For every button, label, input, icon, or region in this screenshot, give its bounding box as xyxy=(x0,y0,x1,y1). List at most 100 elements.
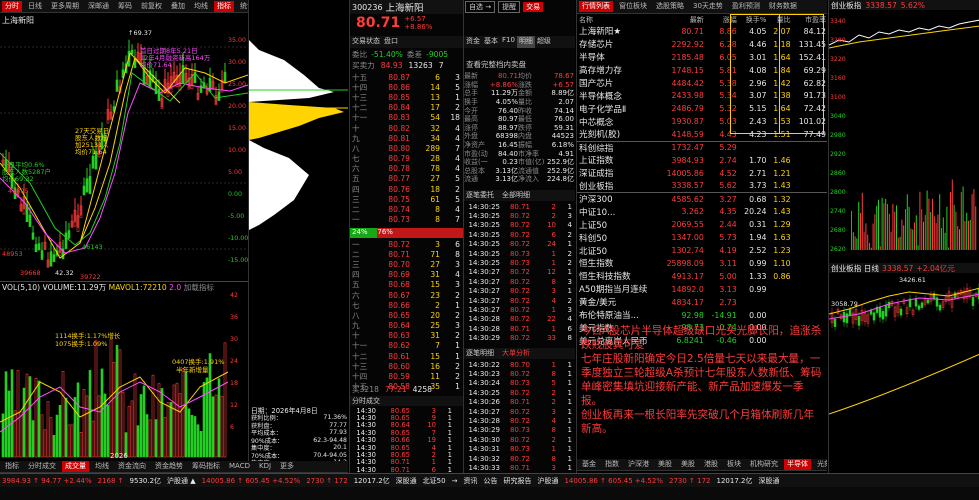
market-row[interactable]: 沪深300 4585.62 3.27 0.68 1.32 xyxy=(577,193,827,206)
market-row[interactable]: 高存增力存 1748.15 5.81 4.08 1.84 69.29 xyxy=(577,64,827,77)
asks-row[interactable]: 六 80.78 78 4 xyxy=(350,164,463,174)
asks-row[interactable]: 五 80.77 27 5 xyxy=(350,174,463,184)
asks-row[interactable]: 七 80.79 28 4 xyxy=(350,154,463,164)
tab-super[interactable]: 超级 xyxy=(535,36,553,48)
market-row[interactable]: 中芯概念 1930.87 5.03 2.43 1.53 101.02 xyxy=(577,115,827,128)
market-row[interactable]: 半导体 2185.48 6.05 3.01 1.64 152.41 xyxy=(577,51,827,64)
asks-row[interactable]: 三 80.75 61 5 xyxy=(350,194,463,204)
status-item[interactable]: 14005.86 ↑ 605.45 +4.52% xyxy=(564,477,663,485)
market-row[interactable]: 深证成指 14005.86 4.52 2.71 1.21 xyxy=(577,167,827,180)
tab-tick-detail[interactable]: 逐笔明细 xyxy=(464,348,496,359)
market-row[interactable]: 布伦特原油当... 92.98 -14.91 0.00 xyxy=(577,309,827,322)
sector-tab[interactable]: 板块 xyxy=(724,459,744,470)
status-item[interactable]: 公告 xyxy=(483,476,497,486)
ticks-title[interactable]: 分时成交 xyxy=(350,396,463,406)
market-row[interactable]: 上证50 2069.55 2.44 0.31 1.29 xyxy=(577,218,827,231)
sector-tab[interactable]: 光刻胶 xyxy=(814,459,827,470)
market-row[interactable]: 存储芯片 2292.92 6.28 4.46 1.18 131.45 xyxy=(577,38,827,51)
status-item[interactable]: 9530.2亿 xyxy=(130,476,162,486)
market-row[interactable]: 电子化学品Ⅱ 2486.79 5.32 5.15 1.64 72.42 xyxy=(577,102,827,115)
tab-f10[interactable]: F10 xyxy=(500,36,517,48)
kline-chart[interactable]: 上海新阳 ↑69.37 首日过期8年5.21日 12年4月融资新高164万 均价71.… xyxy=(0,13,248,281)
asks-row[interactable]: 四 80.76 18 2 xyxy=(350,184,463,194)
tab-dragon[interactable]: 深邮通 xyxy=(85,1,112,12)
tab-chips[interactable]: 筹码 xyxy=(115,1,135,12)
bids-row[interactable]: 五 80.68 15 3 xyxy=(350,280,463,290)
status-item[interactable]: → xyxy=(452,477,458,485)
tab-ind-0[interactable]: 指标 xyxy=(2,461,22,472)
tab-fq[interactable]: 前复权 xyxy=(138,1,165,12)
sector-tab[interactable]: 美股 xyxy=(678,459,698,470)
market-row[interactable]: 上海新阳★ 80.71 8.86 4.05 2.07 84.12 xyxy=(577,25,827,38)
asks-row[interactable]: 八 80.80 289 7 xyxy=(350,143,463,153)
tab-intraday[interactable]: 分时 xyxy=(2,0,22,12)
bids-row[interactable]: 十三 80.60 16 2 xyxy=(350,361,463,371)
market-row[interactable]: 创业板指 3338.57 5.62 3.73 1.43 xyxy=(577,180,827,193)
tab-basic[interactable]: 基本 xyxy=(482,36,500,48)
tab-funds[interactable]: 资金 xyxy=(464,36,482,48)
tab-ind-9[interactable]: 更多 xyxy=(277,461,297,472)
bids-row[interactable]: 九 80.64 25 3 xyxy=(350,321,463,331)
status-item[interactable]: 12017.2亿 xyxy=(354,476,390,486)
status-item[interactable]: 深股通 xyxy=(758,476,779,486)
market-row[interactable]: 半导体概念 2433.98 5.34 3.07 1.38 91.73 xyxy=(577,89,827,102)
asks-row[interactable]: 十四 80.86 14 5 xyxy=(350,82,463,92)
market-row[interactable]: 北证50 1302.74 4.19 2.52 1.23 xyxy=(577,244,827,257)
asks-row[interactable]: 一 80.73 8 7 xyxy=(350,215,463,225)
asks-row[interactable]: 十二 80.84 17 2 xyxy=(350,103,463,113)
tab-ind-8[interactable]: KDJ xyxy=(256,461,274,472)
bids-row[interactable]: 十二 80.61 15 1 xyxy=(350,351,463,361)
tab-order-by-order[interactable]: 逐笔委托 xyxy=(464,190,496,201)
status-item[interactable]: 2168 ↑ xyxy=(98,477,124,485)
asks-row[interactable]: 二 80.74 8 4 xyxy=(350,204,463,214)
market-row[interactable]: 黄金/美元 4834.17 2.73 xyxy=(577,296,827,309)
status-item[interactable]: 14005.86 ↑ 605.45 +4.52% xyxy=(202,477,301,485)
sector-tab[interactable]: 指数 xyxy=(602,459,622,470)
sector-tab[interactable]: 机构研究 xyxy=(747,459,781,470)
market-col-header[interactable]: 名称 xyxy=(577,14,659,25)
full-book-link[interactable]: 查看完整档内卖盘 xyxy=(464,59,575,70)
asks-row[interactable]: 十五 80.87 6 3 xyxy=(350,72,463,82)
tab-daily[interactable]: 日线 xyxy=(25,1,45,12)
status-item[interactable]: 深股通 xyxy=(396,476,417,486)
status-item[interactable]: 沪股通 ▲ xyxy=(167,476,196,486)
bids-row[interactable]: 七 80.66 2 1 xyxy=(350,300,463,310)
market-tab[interactable]: 选股策略 xyxy=(653,1,687,12)
sector-tab[interactable]: 美股 xyxy=(655,459,675,470)
market-row[interactable]: A50期指当月连续 14892.0 3.13 0.99 xyxy=(577,283,827,296)
add-watchlist-button[interactable]: 自选 → xyxy=(465,1,496,13)
bids-row[interactable]: 十 80.63 31 2 xyxy=(350,331,463,341)
market-tab[interactable]: 行情列表 xyxy=(579,1,613,12)
bids-row[interactable]: 八 80.65 20 2 xyxy=(350,310,463,320)
volume-chart[interactable]: VOL(5,10) VOLUME:11.29万 MAVOL1:72210 2.0… xyxy=(0,281,248,461)
bids-row[interactable]: 四 80.69 31 4 xyxy=(350,270,463,280)
sector-tab[interactable]: 基金 xyxy=(579,459,599,470)
bids-row[interactable]: 六 80.67 23 2 xyxy=(350,290,463,300)
status-item[interactable]: 12017.2亿 xyxy=(717,476,753,486)
market-row[interactable]: 中证10... 3.262 4.35 20.24 1.43 xyxy=(577,205,827,218)
chip-distribution[interactable]: 日期：2026年4月8日 获利比例： 71.36% 获利盘： 77.77 平均成本： 77… xyxy=(248,0,348,461)
market-row[interactable]: 科创50 1347.00 5.73 1.94 1.63 xyxy=(577,231,827,244)
market-row[interactable]: 国产芯片 4484.42 5.38 2.96 1.42 62.82 xyxy=(577,77,827,90)
status-item[interactable]: 沪股通 xyxy=(537,476,558,486)
tab-detail[interactable]: 明细 xyxy=(516,36,535,48)
market-col-header[interactable]: 最新 xyxy=(659,14,706,25)
tab-ind-1[interactable]: 分时成交 xyxy=(25,461,59,472)
tab-ind-4[interactable]: 资金流向 xyxy=(115,461,149,472)
market-row[interactable]: 科创综指 1732.47 5.29 xyxy=(577,141,827,154)
market-row[interactable]: 光刻机(胶) 4148.59 4.43 4.23 1.51 77.49 xyxy=(577,128,827,142)
market-col-header[interactable]: 量比 xyxy=(768,14,792,25)
market-row[interactable]: 恒生指数 25898.09 3.11 0.99 1.10 xyxy=(577,257,827,270)
tab-ind-7[interactable]: MACD xyxy=(226,461,253,472)
status-item[interactable]: 2730 ↑ 172 xyxy=(306,477,348,485)
market-row[interactable]: 恒生科技指数 4913.17 5.00 1.33 0.86 xyxy=(577,270,827,283)
market-col-header[interactable]: 换手% xyxy=(739,14,769,25)
market-tab[interactable]: 盈利预测 xyxy=(729,1,763,12)
status-item[interactable]: 研究报告 xyxy=(503,476,531,486)
tab-more-period[interactable]: 更多周期 xyxy=(48,1,82,12)
sector-tab[interactable]: 半导体 xyxy=(784,459,811,470)
tab-ind-3[interactable]: 均线 xyxy=(92,461,112,472)
trade-button[interactable]: 交易 xyxy=(523,2,544,12)
tab-big-order[interactable]: 大单分析 xyxy=(500,348,532,359)
tab-ind-2[interactable]: 成交量 xyxy=(62,461,89,472)
